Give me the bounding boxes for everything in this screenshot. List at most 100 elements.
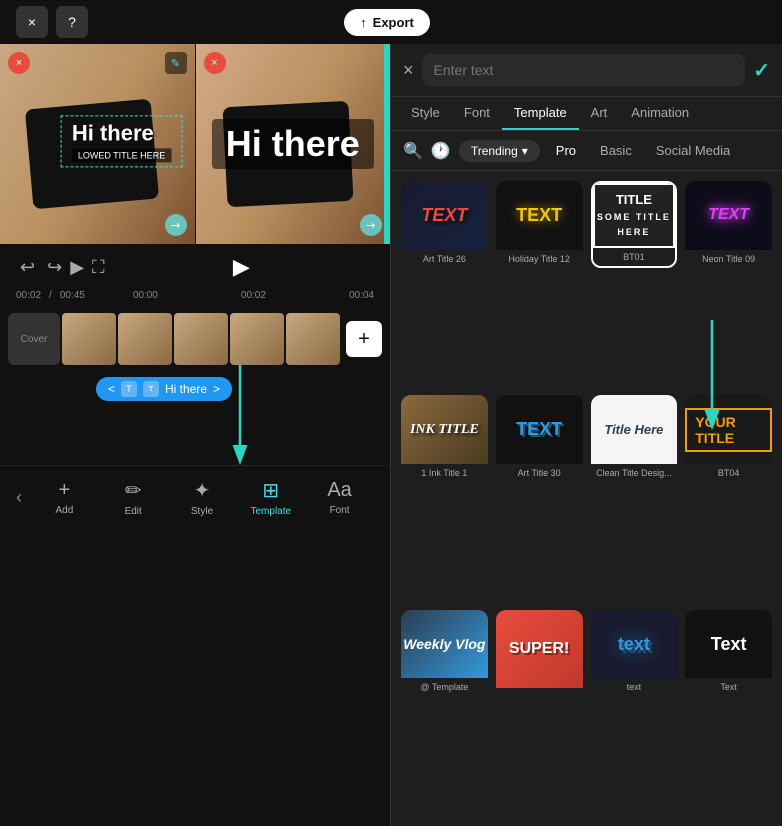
text-plain-label: Text [685, 678, 772, 696]
lower-title-text: LOWED TITLE HERE [72, 148, 171, 162]
art-title-26-thumb: TEXT [401, 181, 488, 250]
trending-chevron-icon: ▾ [522, 144, 528, 158]
video-thumb-1[interactable] [62, 313, 116, 365]
track-icon: T [121, 381, 137, 397]
tab-font[interactable]: Font [452, 97, 502, 130]
template-holiday-title-12[interactable]: TEXT Holiday Title 12 [496, 181, 583, 268]
tabs: Style Font Template Art Animation [391, 97, 782, 131]
history-icon[interactable]: 🕐 [431, 141, 451, 161]
template-super[interactable]: SUPER! [496, 610, 583, 697]
filter-pro[interactable]: Pro [548, 139, 584, 162]
video-thumb-3[interactable] [174, 313, 228, 365]
video-thumb-4[interactable] [230, 313, 284, 365]
chevron-left-icon[interactable]: ‹ [16, 487, 22, 508]
text-input-field[interactable] [422, 54, 746, 86]
bt04-text: YOUR TITLE [685, 408, 772, 452]
clean-text: Title Here [604, 422, 663, 437]
track-expand-left[interactable]: < [108, 382, 115, 396]
undo-button[interactable]: ↩ [16, 253, 39, 282]
add-label: Add [56, 505, 74, 516]
confirm-button[interactable]: ✓ [753, 58, 770, 83]
redo-button[interactable]: ↪ [43, 253, 66, 282]
video-thumb-5[interactable] [286, 313, 340, 365]
template-text-plain[interactable]: Text Text [685, 610, 772, 697]
bt01-thumb: TITLESOME TITLE HERE [593, 183, 676, 248]
holiday-text: TEXT [516, 205, 562, 226]
template-weekly-vlog[interactable]: Weekly Vlog @ Template [401, 610, 488, 697]
weekly-vlog-thumb: Weekly Vlog [401, 610, 488, 679]
cover-thumb: Cover [8, 313, 60, 365]
template-clean-title[interactable]: Title Here Clean Title Desig... [591, 395, 678, 482]
ink-title-label: 1 Ink Title 1 [401, 464, 488, 482]
search-icon[interactable]: 🔍 [403, 141, 423, 161]
weekly-text: Weekly Vlog [403, 636, 485, 652]
ink-title-thumb: INK TITLE [401, 395, 488, 464]
time-duration: 00:45 [60, 290, 85, 301]
bt04-thumb: YOUR TITLE [685, 395, 772, 464]
fullscreen-button[interactable]: ⛶ [88, 253, 109, 282]
template-art-title-30[interactable]: TEXT Art Title 30 [496, 395, 583, 482]
neon-text: TEXT [708, 206, 749, 224]
tab-animation[interactable]: Animation [619, 97, 701, 130]
top-bar-left: × ? [16, 6, 88, 38]
left-preview-edit[interactable]: ✎ [165, 52, 187, 74]
left-video-bg: Hi there LOWED TITLE HERE [0, 44, 195, 244]
font-icon: Aa [327, 479, 351, 502]
time-labels: 00:02 / 00:45 00:00 00:02 00:04 [0, 290, 390, 305]
template-ink-title-1[interactable]: INK TITLE 1 Ink Title 1 [401, 395, 488, 482]
track-icon2: T [143, 381, 159, 397]
edit-tool[interactable]: ✏ Edit [99, 474, 168, 521]
art-title-30-text: TEXT [516, 419, 562, 440]
time-slash: / [49, 290, 52, 301]
time-zero: 00:00 [133, 290, 158, 301]
filter-social-media[interactable]: Social Media [648, 139, 738, 162]
right-preview-close[interactable]: × [204, 52, 226, 74]
cyan-arrow-svg [180, 365, 300, 485]
text-3d-text: text [618, 634, 650, 655]
font-tool[interactable]: Aa Font [305, 475, 374, 520]
right-video-bg: Hi there [196, 44, 391, 244]
help-button[interactable]: ? [56, 6, 88, 38]
play-button-2[interactable]: ▶ [229, 250, 254, 284]
close-button[interactable]: × [16, 6, 48, 38]
tab-template[interactable]: Template [502, 97, 579, 130]
template-bt01[interactable]: TITLESOME TITLE HERE BT01 [591, 181, 678, 268]
add-tool[interactable]: + Add [30, 475, 99, 520]
super-thumb: SUPER! [496, 610, 583, 689]
tab-style[interactable]: Style [399, 97, 452, 130]
neon-title-thumb: TEXT [685, 181, 772, 250]
time-four: 00:04 [349, 290, 374, 301]
template-bt04[interactable]: YOUR TITLE BT04 [685, 395, 772, 482]
style-label: Style [191, 506, 213, 517]
template-label: Template [251, 506, 292, 517]
left-preview-close[interactable]: × [8, 52, 30, 74]
cyan-edge-bar [384, 44, 390, 244]
left-panel: Hi there LOWED TITLE HERE × ✎ ↗ Hi there… [0, 44, 390, 826]
text-plain-text: Text [711, 634, 747, 655]
text-overlay-box[interactable]: Hi there LOWED TITLE HERE [61, 115, 182, 167]
export-button[interactable]: ↑ Export [344, 9, 430, 36]
template-text-3d[interactable]: text text [591, 610, 678, 697]
template-neon-title-09[interactable]: TEXT Neon Title 09 [685, 181, 772, 268]
super-label [496, 688, 583, 696]
time-start: 00:02 [16, 290, 41, 301]
right-panel: × ✓ Style Font Template Art Animation 🔍 … [390, 44, 782, 826]
filter-basic[interactable]: Basic [592, 139, 640, 162]
close-panel-button[interactable]: × [403, 60, 414, 81]
trending-label: Trending [471, 144, 518, 158]
export-icon: ↑ [360, 15, 367, 30]
clean-title-label: Clean Title Desig... [591, 464, 678, 482]
add-icon: + [59, 479, 71, 502]
video-thumb-2[interactable] [118, 313, 172, 365]
filter-row: 🔍 🕐 Trending ▾ Pro Basic Social Media [391, 131, 782, 171]
neon-title-label: Neon Title 09 [685, 250, 772, 268]
template-art-title-26[interactable]: TEXT Art Title 26 [401, 181, 488, 268]
art-title-26-text: TEXT [421, 205, 467, 226]
trending-button[interactable]: Trending ▾ [459, 140, 540, 162]
add-thumb-button[interactable]: + [346, 321, 382, 357]
export-label: Export [373, 15, 414, 30]
tab-art[interactable]: Art [579, 97, 620, 130]
main-area: Hi there LOWED TITLE HERE × ✎ ↗ Hi there… [0, 44, 782, 826]
play-button[interactable]: ▶ [66, 253, 88, 282]
timeline-strip: Cover + [0, 305, 390, 373]
